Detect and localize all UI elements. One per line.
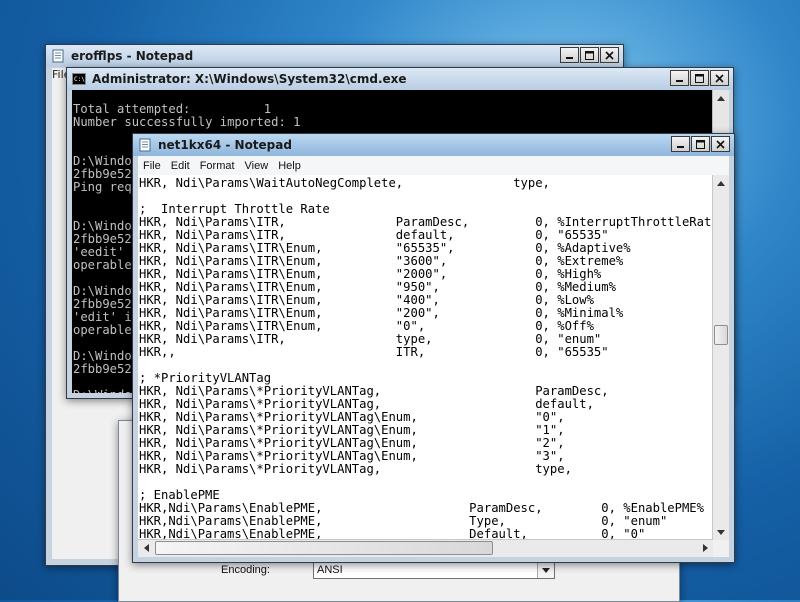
horizontal-scrollbar[interactable] (138, 539, 713, 557)
menu-bar: File Edit Format View Help (138, 156, 729, 175)
maximize-button[interactable] (580, 47, 599, 63)
encoding-label: Encoding: (221, 564, 270, 576)
maximize-button[interactable] (691, 136, 710, 152)
text-line: HKR, Ndi\Params\*PriorityVLANTag, type, (139, 462, 572, 476)
scroll-up-arrow-icon[interactable] (713, 90, 729, 106)
minimize-icon (677, 145, 684, 148)
chevron-down-icon[interactable] (537, 563, 554, 578)
menu-view[interactable]: View (240, 160, 274, 172)
window-title: net1kx64 - Notepad (158, 138, 292, 152)
minimize-icon (566, 56, 573, 59)
vertical-scrollbar[interactable] (712, 175, 729, 540)
scroll-left-arrow-icon[interactable] (138, 540, 154, 556)
maximize-button[interactable] (690, 70, 709, 86)
close-button[interactable] (711, 136, 730, 152)
text-line: HKR, Ndi\Params\WaitAutoNegComplete, typ… (139, 176, 550, 190)
svg-text:C:\: C:\ (74, 76, 85, 83)
titlebar[interactable]: C:\ Administrator: X:\Windows\System32\c… (67, 68, 733, 90)
text-line (139, 476, 713, 489)
cmd-icon: C:\ (72, 73, 86, 85)
menu-file[interactable]: File (138, 160, 166, 172)
notepad-window-net1kx64[interactable]: net1kx64 - Notepad File Edit Format View… (132, 133, 735, 563)
notepad-icon (139, 138, 151, 152)
window-title: Administrator: X:\Windows\System32\cmd.e… (92, 72, 407, 86)
menu-edit[interactable]: Edit (166, 160, 195, 172)
scroll-up-arrow-icon[interactable] (713, 175, 729, 191)
window-title: erofflps - Notepad (71, 49, 194, 63)
scroll-right-arrow-icon[interactable] (697, 540, 713, 556)
text-line: HKR,, ITR, 0, "65535" (139, 345, 609, 359)
size-grip[interactable] (713, 540, 729, 557)
encoding-value: ANSI (317, 564, 343, 576)
titlebar[interactable]: erofflps - Notepad (46, 45, 623, 67)
encoding-select[interactable]: ANSI (313, 562, 555, 579)
scroll-down-arrow-icon[interactable] (713, 524, 729, 540)
minimize-button[interactable] (670, 70, 689, 86)
text-editor-area[interactable]: HKR, Ndi\Params\WaitAutoNegComplete, typ… (138, 175, 713, 540)
vertical-scroll-thumb[interactable] (714, 325, 728, 345)
menu-format[interactable]: Format (195, 160, 240, 172)
close-icon (715, 73, 724, 83)
minimize-button[interactable] (671, 136, 690, 152)
console-line: Number successfully imported: 1 (73, 115, 301, 129)
minimize-icon (676, 79, 683, 82)
maximize-icon (585, 50, 594, 60)
titlebar[interactable]: net1kx64 - Notepad (133, 134, 734, 156)
close-button[interactable] (710, 70, 729, 86)
notepad-icon (52, 49, 64, 63)
minimize-button[interactable] (560, 47, 579, 63)
close-button[interactable] (600, 47, 619, 63)
horizontal-scroll-thumb[interactable] (155, 541, 493, 555)
maximize-icon (696, 139, 705, 149)
close-icon (716, 139, 725, 149)
menu-help[interactable]: Help (273, 160, 306, 172)
close-icon (605, 50, 614, 60)
maximize-icon (695, 73, 704, 83)
